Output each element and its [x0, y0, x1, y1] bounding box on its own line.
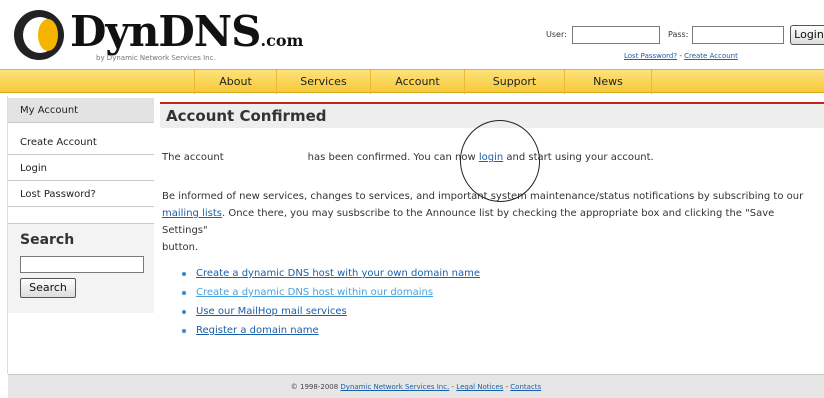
search-input[interactable]	[20, 256, 144, 273]
register-domain-link[interactable]: Register a domain name	[196, 325, 319, 336]
create-account-link[interactable]: Create Account	[684, 52, 738, 60]
user-field[interactable]	[572, 26, 660, 44]
dyndns-logo[interactable]: DynDNS.com by Dynamic Network Services I…	[10, 6, 303, 66]
nav-about[interactable]: About	[194, 70, 276, 94]
login-form: User: Pass: Login Lost Password? - Creat…	[524, 24, 824, 64]
custom-domain-dns-link[interactable]: Create a dynamic DNS host with your own …	[196, 268, 480, 279]
main-content: Account Confirmed The account has been co…	[160, 98, 824, 368]
nav-services[interactable]: Services	[276, 70, 370, 94]
mailhop-link[interactable]: Use our MailHop mail services	[196, 306, 347, 317]
nav-support[interactable]: Support	[464, 70, 564, 94]
sidebar-item-my-account[interactable]: My Account	[8, 98, 154, 123]
sidebar-item-login[interactable]: Login	[8, 156, 154, 181]
list-item: Use our MailHop mail services	[180, 302, 480, 321]
pass-label: Pass:	[668, 30, 689, 39]
search-title: Search	[20, 232, 75, 248]
sidebar: My Account Create Account Login Lost Pas…	[8, 98, 154, 368]
header-links: Lost Password? - Create Account	[624, 52, 738, 60]
password-field[interactable]	[692, 26, 784, 44]
user-label: User:	[546, 30, 567, 39]
search-panel: Search Search	[8, 223, 154, 313]
nav-account[interactable]: Account	[370, 70, 464, 94]
our-domains-dns-link[interactable]: Create a dynamic DNS host within our dom…	[196, 287, 433, 298]
main-nav: About Services Account Support News	[0, 69, 824, 94]
sidebar-item-create-account[interactable]: Create Account	[8, 130, 154, 155]
contacts-link[interactable]: Contacts	[510, 383, 541, 391]
list-item: Create a dynamic DNS host with your own …	[180, 264, 480, 283]
company-link[interactable]: Dynamic Network Services Inc.	[340, 383, 449, 391]
lost-password-link[interactable]: Lost Password?	[624, 52, 677, 60]
sidebar-item-lost-password[interactable]: Lost Password?	[8, 182, 154, 207]
site-footer: © 1998-2008 Dynamic Network Services Inc…	[8, 374, 824, 398]
confirm-message: The account has been confirmed. You can n…	[162, 152, 654, 163]
page-title: Account Confirmed	[166, 107, 327, 125]
login-button[interactable]: Login	[790, 25, 824, 45]
list-item: Register a domain name	[180, 321, 480, 340]
nav-news[interactable]: News	[564, 70, 652, 94]
site-header: DynDNS.com by Dynamic Network Services I…	[0, 0, 824, 68]
mailing-lists-link[interactable]: mailing lists	[162, 208, 222, 219]
service-links: Create a dynamic DNS host with your own …	[180, 264, 480, 340]
list-item: Create a dynamic DNS host within our dom…	[180, 283, 480, 302]
search-button[interactable]: Search	[20, 278, 76, 298]
logo-ring-icon	[14, 10, 64, 60]
logo-tagline: by Dynamic Network Services Inc.	[96, 54, 216, 62]
legal-notices-link[interactable]: Legal Notices	[456, 383, 503, 391]
